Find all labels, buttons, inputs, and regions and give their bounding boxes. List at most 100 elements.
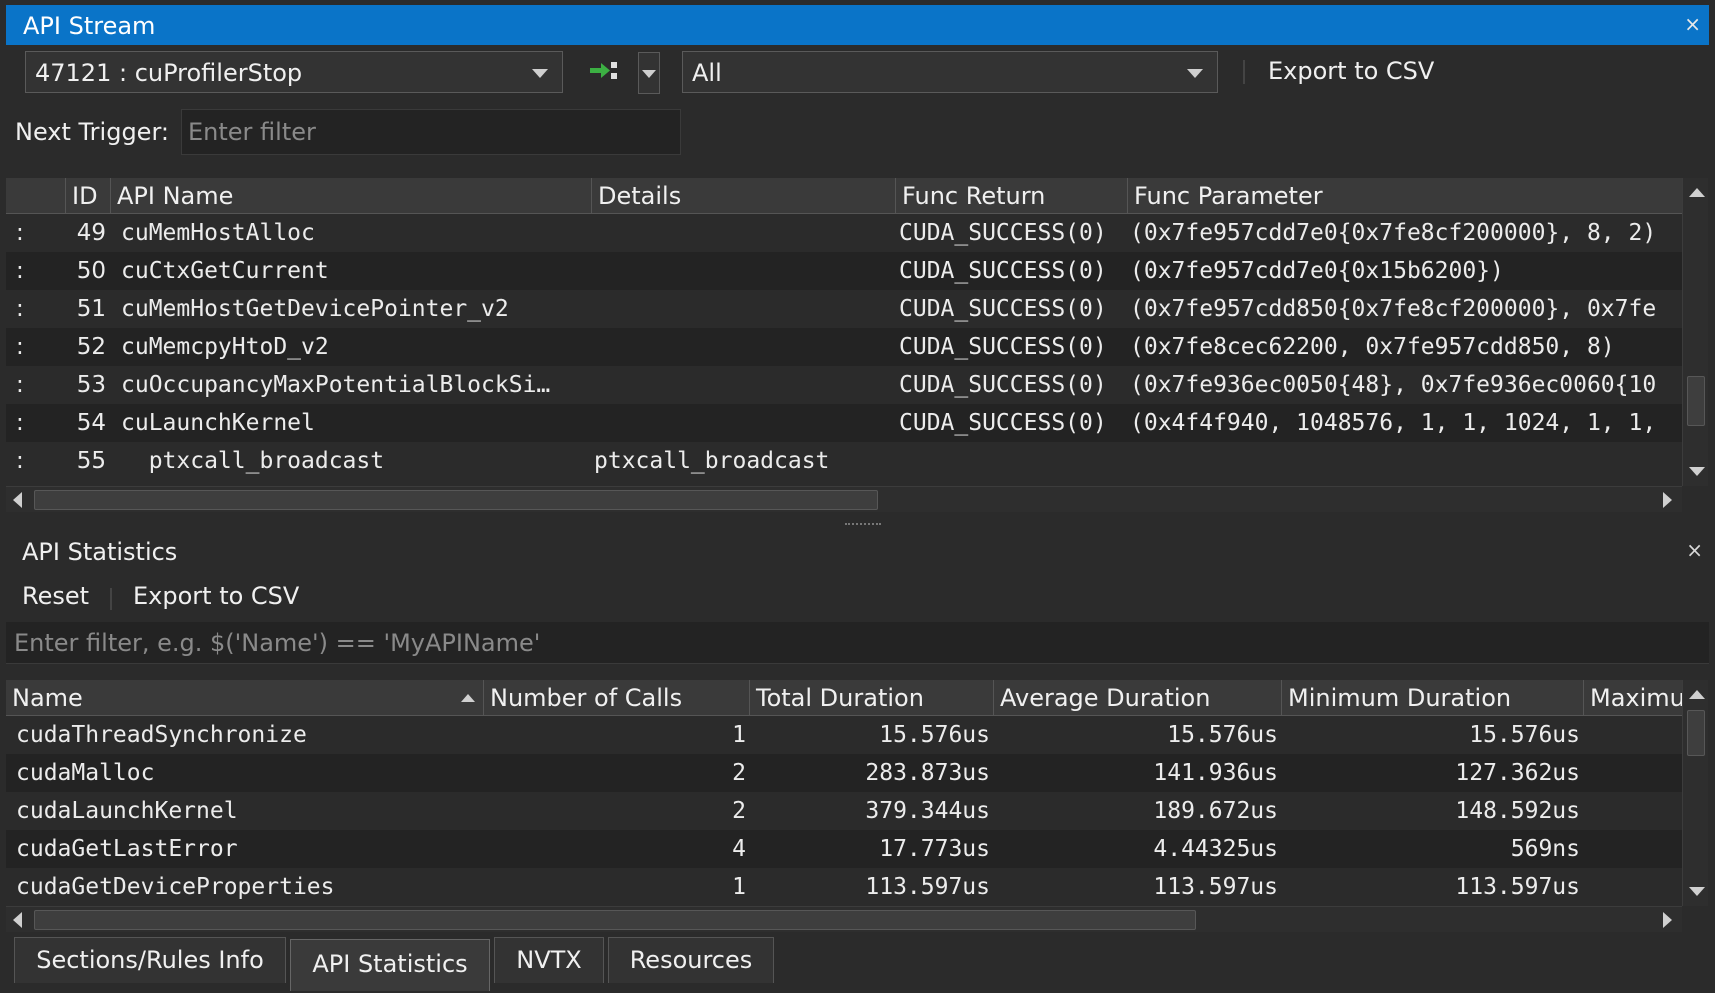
table-row[interactable]: cudaMalloc 2 283.873us 141.936us 127.362us	[6, 754, 1682, 792]
cell-api-name: cuOccupancyMaxPotentialBlockSi…	[121, 372, 551, 398]
cell-id: 55	[76, 448, 106, 474]
column-header-maximum-duration[interactable]: Maximu	[1584, 680, 1682, 716]
cell-number-of-calls: 1	[732, 722, 746, 748]
cell-minimum-duration: 569ns	[1510, 836, 1580, 862]
column-header-minimum-duration[interactable]: Minimum Duration	[1282, 680, 1584, 716]
column-header-details[interactable]: Details	[592, 178, 896, 214]
column-header-number-of-calls[interactable]: Number of Calls	[484, 680, 750, 716]
scroll-right-arrow-icon[interactable]	[1663, 492, 1672, 508]
cell-func-return: CUDA_SUCCESS(0)	[899, 220, 1107, 246]
dropdown-arrow-icon	[642, 70, 656, 78]
cell-details: ptxcall_broadcast	[594, 448, 830, 474]
cell-func-parameter: (0x7fe957cdd7e0{0x15b6200})	[1130, 258, 1504, 284]
cell-func-return: CUDA_SUCCESS(0)	[899, 334, 1107, 360]
table-row[interactable]: cudaLaunchKernel 2 379.344us 189.672us 148.5…	[6, 792, 1682, 830]
api-stream-panel: API Stream × 47121 : cuProfilerStop All …	[0, 0, 1715, 520]
cell-name: cudaLaunchKernel	[16, 798, 238, 824]
column-header-api-name[interactable]: API Name	[111, 178, 592, 214]
scroll-left-arrow-icon[interactable]	[13, 492, 22, 508]
column-header-marker[interactable]	[6, 178, 66, 214]
api-statistics-panel: API Statistics × Reset Export to CSV Nam…	[0, 530, 1715, 935]
cell-number-of-calls: 1	[732, 874, 746, 900]
scroll-thumb[interactable]	[34, 490, 878, 510]
cell-func-parameter: (0x7fe8cec62200, 0x7fe957cdd850, 8)	[1130, 334, 1615, 360]
cell-func-return: CUDA_SUCCESS(0)	[899, 372, 1107, 398]
scroll-down-arrow-icon[interactable]	[1689, 467, 1705, 476]
splitter-grip-icon[interactable]	[845, 523, 881, 526]
column-header-func-return[interactable]: Func Return	[896, 178, 1128, 214]
api-statistics-horizontal-scrollbar[interactable]	[6, 906, 1682, 932]
cell-api-name: ptxcall_broadcast	[121, 448, 385, 474]
cell-func-parameter: (0x7fe957cdd7e0{0x7fe8cf200000}, 8, 2)	[1130, 220, 1657, 246]
stats-filter-input[interactable]	[6, 622, 1709, 664]
scroll-up-arrow-icon[interactable]	[1689, 188, 1705, 197]
table-row[interactable]: cudaThreadSynchronize 1 15.576us 15.576us 15…	[6, 716, 1682, 754]
cell-api-name: cuMemHostAlloc	[121, 220, 315, 246]
api-call-select[interactable]: 47121 : cuProfilerStop	[25, 51, 563, 93]
trigger-options-dropdown[interactable]	[638, 52, 660, 94]
cell-minimum-duration: 113.597us	[1455, 874, 1580, 900]
tab-nvtx[interactable]: NVTX	[494, 937, 604, 983]
tab-sections-rules-info[interactable]: Sections/Rules Info	[14, 937, 286, 983]
close-icon[interactable]: ×	[1686, 538, 1703, 562]
tab-api-statistics[interactable]: API Statistics	[290, 939, 490, 991]
table-row[interactable]: : 54 cuLaunchKernel CUDA_SUCCESS(0) (0x4f4f9…	[6, 404, 1682, 442]
stream-filter-select[interactable]: All	[682, 51, 1218, 93]
scroll-right-arrow-icon[interactable]	[1663, 912, 1672, 928]
cell-details	[594, 290, 894, 328]
column-header-id[interactable]: ID	[66, 178, 111, 214]
table-row[interactable]: : 50 cuCtxGetCurrent CUDA_SUCCESS(0) (0x7fe9…	[6, 252, 1682, 290]
table-row[interactable]: cudaGetLastError 4 17.773us 4.44325us 569ns	[6, 830, 1682, 868]
close-icon[interactable]: ×	[1684, 12, 1701, 36]
stream-export-csv-button[interactable]: Export to CSV	[1268, 57, 1434, 85]
column-header-func-parameter[interactable]: Func Parameter	[1128, 178, 1682, 214]
cell-total-duration: 15.576us	[879, 722, 990, 748]
stats-export-csv-button[interactable]: Export to CSV	[133, 582, 299, 610]
cell-api-name: cuLaunchKernel	[121, 410, 315, 436]
column-header-total-duration[interactable]: Total Duration	[750, 680, 994, 716]
cell-func-parameter: (0x7fe957cdd850{0x7fe8cf200000}, 0x7fe	[1130, 296, 1657, 322]
column-header-average-duration[interactable]: Average Duration	[994, 680, 1282, 716]
table-row[interactable]: : 52 cuMemcpyHtoD_v2 CUDA_SUCCESS(0) (0x7fe8…	[6, 328, 1682, 366]
next-trigger-input[interactable]	[181, 109, 681, 155]
cell-func-parameter	[1130, 442, 1682, 480]
cell-marker: :	[16, 448, 24, 474]
scroll-down-arrow-icon[interactable]	[1689, 887, 1705, 896]
cell-average-duration: 141.936us	[1153, 760, 1278, 786]
cell-details	[594, 328, 894, 366]
api-statistics-vertical-scrollbar[interactable]	[1682, 680, 1708, 906]
cell-id: 53	[76, 372, 106, 398]
table-row[interactable]: : 49 cuMemHostAlloc CUDA_SUCCESS(0) (0x7fe95…	[6, 214, 1682, 252]
scroll-left-arrow-icon[interactable]	[13, 912, 22, 928]
cell-name: cudaThreadSynchronize	[16, 722, 307, 748]
sort-ascending-icon	[461, 694, 475, 702]
scroll-thumb[interactable]	[1687, 710, 1705, 756]
cell-api-name: cuCtxGetCurrent	[121, 258, 329, 284]
table-row[interactable]: cudaGetDeviceProperties 1 113.597us 113.597…	[6, 868, 1682, 906]
scroll-thumb[interactable]	[1687, 376, 1705, 426]
panel-splitter[interactable]	[0, 520, 1715, 530]
scroll-thumb[interactable]	[34, 910, 1196, 930]
scroll-up-arrow-icon[interactable]	[1689, 690, 1705, 699]
cell-number-of-calls: 2	[732, 798, 746, 824]
api-stream-title-bar: API Stream ×	[6, 5, 1709, 45]
api-call-select-value: 47121 : cuProfilerStop	[35, 59, 303, 87]
table-row[interactable]: : 51 cuMemHostGetDevicePointer_v2 CUDA_SUCC…	[6, 290, 1682, 328]
cell-id: 52	[76, 334, 106, 360]
next-trigger-icon[interactable]	[588, 58, 622, 84]
api-statistics-table: Name Number of Calls Total Duration Aver…	[6, 680, 1682, 906]
cell-number-of-calls: 4	[732, 836, 746, 862]
table-row[interactable]: : 55 ptxcall_broadcast ptxcall_broadcast	[6, 442, 1682, 480]
column-header-name[interactable]: Name	[6, 680, 484, 716]
api-stream-title: API Stream	[23, 12, 156, 40]
tab-resources[interactable]: Resources	[608, 937, 774, 983]
toolbar-separator	[110, 588, 112, 610]
cell-id: 49	[76, 220, 106, 246]
stats-reset-button[interactable]: Reset	[22, 582, 89, 610]
api-stream-horizontal-scrollbar[interactable]	[6, 486, 1682, 512]
cell-number-of-calls: 2	[732, 760, 746, 786]
table-row[interactable]: : 53 cuOccupancyMaxPotentialBlockSi… CUDA_S…	[6, 366, 1682, 404]
cell-minimum-duration: 15.576us	[1469, 722, 1580, 748]
api-stream-vertical-scrollbar[interactable]	[1682, 178, 1708, 486]
cell-average-duration: 189.672us	[1153, 798, 1278, 824]
